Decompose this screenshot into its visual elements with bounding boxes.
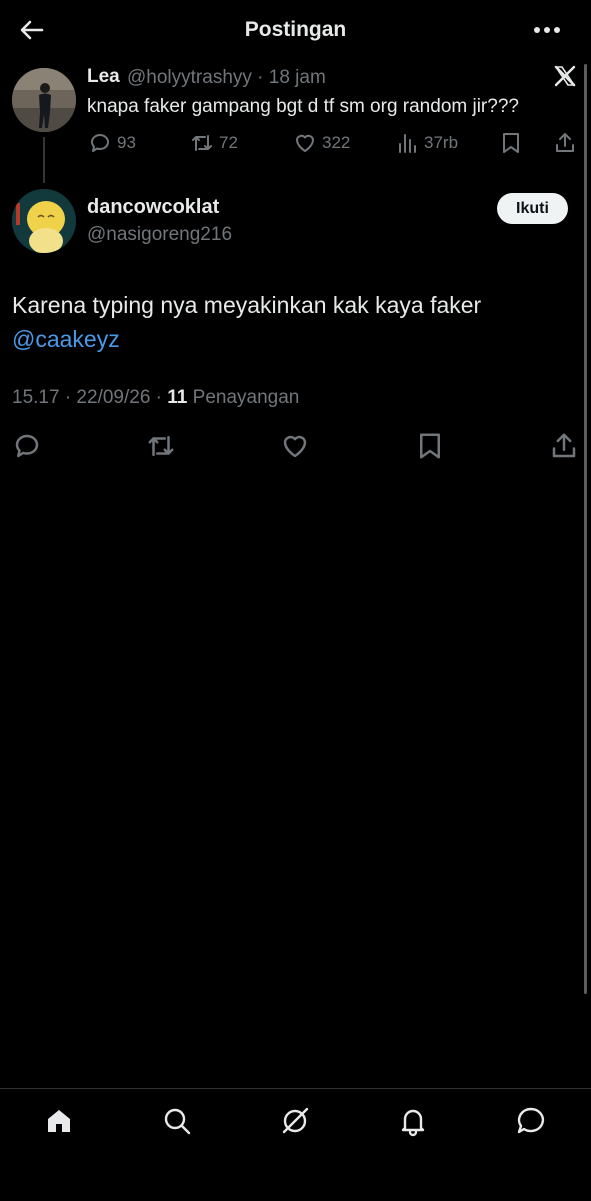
parent-author-name[interactable]: Lea: [87, 66, 120, 88]
home-icon[interactable]: [43, 1105, 75, 1137]
bottom-navigation: [0, 1088, 591, 1201]
parent-handle-time: @holyytrashyy · 18 jam: [127, 67, 326, 88]
parent-tweet-text: knapa faker gampang bgt d tf sm org rand…: [87, 96, 519, 117]
views-button[interactable]: 37rb: [397, 130, 458, 156]
main-tweet-body: Karena typing nya meyakinkan kak kaya fa…: [12, 292, 482, 318]
main-repost-icon[interactable]: [146, 431, 176, 461]
mention-link[interactable]: @caakeyz: [12, 326, 120, 352]
main-tweet-text: Karena typing nya meyakinkan kak kaya fa…: [12, 288, 572, 356]
scrollbar[interactable]: [584, 64, 587, 994]
bookmark-icon: [503, 133, 519, 153]
messages-icon[interactable]: [515, 1105, 547, 1137]
main-like-icon[interactable]: [280, 431, 310, 461]
like-count: 322: [322, 133, 351, 152]
page-title: Postingan: [244, 18, 347, 41]
x-logo-icon: [553, 64, 577, 88]
main-author-handle[interactable]: @nasigoreng216: [87, 224, 232, 246]
search-icon[interactable]: [161, 1105, 193, 1137]
repost-button[interactable]: 72: [190, 130, 238, 156]
tweet-views-count: 11: [167, 387, 188, 408]
views-icon: [399, 134, 416, 153]
share-button[interactable]: [553, 130, 577, 156]
notifications-icon[interactable]: [397, 1105, 429, 1137]
main-author-name[interactable]: dancowcoklat: [87, 196, 219, 219]
main-reply-icon[interactable]: [12, 431, 42, 461]
tweet-timestamp: 15.17 · 22/09/26 ·: [12, 387, 168, 408]
repost-count: 72: [219, 133, 238, 152]
reply-count: 93: [117, 133, 136, 152]
main-share-icon[interactable]: [549, 431, 579, 461]
reply-icon: [91, 134, 109, 152]
tweet-views-label: Penayangan: [187, 387, 300, 408]
reply-button[interactable]: 93: [88, 130, 136, 156]
grok-icon[interactable]: [279, 1105, 311, 1137]
more-icon[interactable]: [533, 24, 561, 36]
tweet-meta: 15.17 · 22/09/26 · 11 Penayangan: [12, 387, 299, 409]
main-bookmark-icon[interactable]: [415, 431, 445, 461]
like-button[interactable]: 322: [293, 130, 350, 156]
bookmark-button[interactable]: [500, 130, 522, 156]
repost-icon: [192, 135, 212, 151]
views-count: 37rb: [424, 133, 459, 152]
share-icon: [556, 133, 574, 152]
parent-avatar[interactable]: [12, 68, 76, 132]
follow-button[interactable]: Ikuti: [497, 193, 568, 224]
top-bar: Postingan: [0, 0, 591, 60]
main-author-avatar[interactable]: [12, 189, 76, 253]
like-icon: [296, 134, 314, 152]
thread-connector: [43, 137, 45, 183]
